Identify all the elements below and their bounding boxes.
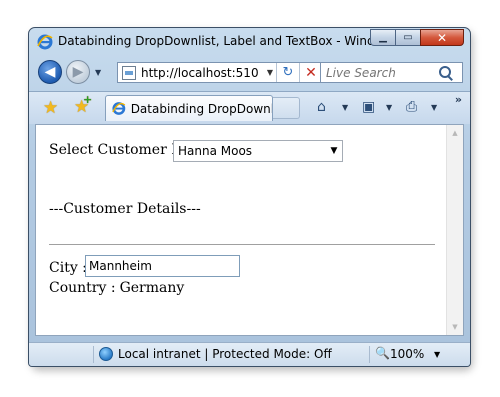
- favorites-star-icon[interactable]: ★: [43, 98, 58, 118]
- tab-active[interactable]: Databinding DropDownl...: [105, 95, 273, 121]
- add-favorites-icon[interactable]: ★: [74, 93, 93, 117]
- back-arrow-icon: ◀: [44, 64, 56, 80]
- ie-logo-icon: [37, 34, 53, 50]
- feeds-icon[interactable]: ▣: [362, 99, 375, 115]
- security-zone-text[interactable]: Local intranet | Protected Mode: Off: [118, 347, 332, 361]
- scroll-down-icon[interactable]: ▼: [447, 323, 463, 331]
- search-input[interactable]: [326, 65, 430, 80]
- page-content: Select Customer ID Hanna Moos ▼ ---Custo…: [35, 124, 464, 336]
- zoom-dropdown-icon[interactable]: ▼: [434, 350, 440, 359]
- chevron-down-icon[interactable]: ▼: [326, 146, 342, 156]
- vertical-scrollbar[interactable]: ▲ ▼: [446, 125, 463, 335]
- select-customer-label: Select Customer ID: [49, 142, 188, 158]
- minimize-icon: ▁: [379, 32, 387, 43]
- status-separator: [93, 346, 94, 363]
- customer-id-dropdown[interactable]: Hanna Moos ▼: [173, 140, 343, 162]
- forward-button[interactable]: ▶: [66, 60, 90, 84]
- home-icon[interactable]: ⌂: [317, 99, 326, 115]
- print-icon[interactable]: ⎙: [406, 99, 417, 115]
- back-button[interactable]: ◀: [38, 60, 62, 84]
- maximize-button[interactable]: ▭: [395, 29, 420, 46]
- zoom-level[interactable]: 100%: [390, 347, 424, 361]
- country-value: Germany: [119, 280, 185, 296]
- window-title: Databinding DropDownlist, Label and Text…: [58, 34, 403, 48]
- page-icon: [122, 65, 136, 80]
- tab-title: Databinding DropDownl...: [130, 101, 272, 116]
- print-dropdown-icon[interactable]: ▼: [431, 103, 437, 112]
- stop-icon: ✕: [305, 64, 317, 81]
- scroll-up-icon[interactable]: ▲: [447, 129, 463, 137]
- recent-pages-dropdown[interactable]: ▼: [95, 68, 101, 77]
- stop-button[interactable]: ✕: [299, 63, 322, 82]
- maximize-icon: ▭: [403, 32, 413, 43]
- minimize-button[interactable]: ▁: [370, 29, 395, 46]
- tab-bar: ★ ★ Databinding DropDownl... ⌂ ▼ ▣ ▼ ⎙ ▼…: [29, 91, 470, 124]
- city-label: City :: [49, 260, 87, 276]
- country-line: Country : Germany: [49, 280, 184, 296]
- status-separator: [369, 346, 370, 363]
- home-dropdown-icon[interactable]: ▼: [342, 103, 348, 112]
- new-tab-button[interactable]: [273, 97, 300, 119]
- close-button[interactable]: ✕: [420, 29, 464, 46]
- intranet-globe-icon: [99, 347, 113, 361]
- search-icon[interactable]: [438, 65, 454, 81]
- horizontal-rule: [49, 244, 435, 245]
- address-url[interactable]: http://localhost:510: [141, 66, 264, 80]
- toolbar-overflow-icon[interactable]: »: [455, 93, 462, 106]
- title-bar[interactable]: Databinding DropDownlist, Label and Text…: [29, 28, 470, 56]
- search-box[interactable]: [320, 62, 463, 83]
- feeds-dropdown-icon[interactable]: ▼: [386, 103, 392, 112]
- ie-page-icon: [112, 102, 126, 115]
- customer-details-heading: ---Customer Details---: [49, 201, 201, 217]
- close-icon: ✕: [436, 30, 448, 45]
- address-dropdown-icon[interactable]: ▼: [264, 68, 276, 77]
- navigation-bar: ◀ ▶ ▼ http://localhost:510 ▼ ↻ ✕: [29, 58, 470, 90]
- browser-window: Databinding DropDownlist, Label and Text…: [28, 27, 471, 367]
- address-bar[interactable]: http://localhost:510 ▼ ↻ ✕: [117, 62, 323, 83]
- status-bar: Local intranet | Protected Mode: Off 🔍 1…: [29, 342, 470, 366]
- city-textbox[interactable]: [85, 255, 240, 277]
- country-label: Country :: [49, 280, 116, 296]
- forward-arrow-icon: ▶: [72, 64, 84, 80]
- refresh-icon: ↻: [282, 65, 294, 80]
- selected-customer: Hanna Moos: [178, 144, 253, 158]
- refresh-button[interactable]: ↻: [276, 63, 299, 82]
- zoom-icon[interactable]: 🔍: [375, 346, 390, 360]
